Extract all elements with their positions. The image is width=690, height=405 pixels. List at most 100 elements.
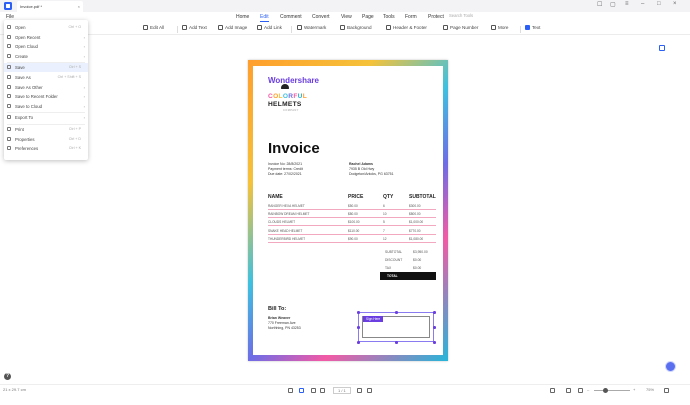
menu-view[interactable]: View — [341, 14, 352, 20]
file-menu-item-label: Save As Other — [15, 84, 43, 90]
zoom-in-icon[interactable]: + — [633, 387, 635, 392]
row-subtotal: $300.00 — [409, 203, 421, 208]
file-menu-item[interactable]: Save to Cloud › — [4, 102, 88, 111]
file-menu-item-shortcut: Ctrl + O — [68, 25, 81, 29]
row-subtotal: $800.00 — [409, 211, 421, 216]
zoom-out-icon[interactable]: – — [587, 387, 589, 392]
file-menu-item[interactable]: Export To › — [4, 113, 88, 122]
file-menu-item[interactable]: Create › — [4, 52, 88, 61]
column-header-name: NAME — [268, 194, 283, 200]
page-number-button[interactable]: Page Number — [443, 25, 478, 30]
file-menu-item[interactable]: Save As Ctrl + Shift + S — [4, 73, 88, 82]
background-button[interactable]: Background — [340, 25, 372, 30]
subtotal-value: $3,950.00 — [413, 250, 428, 254]
resize-handle[interactable] — [433, 311, 436, 314]
submenu-arrow-icon: › — [83, 115, 85, 121]
due-date: Due date: 27/02/2021 — [268, 172, 302, 176]
file-menu-item[interactable]: Print Ctrl + P — [4, 125, 88, 134]
next-page-icon[interactable] — [357, 388, 362, 393]
page-layout-icon[interactable] — [566, 388, 571, 393]
document-tab[interactable]: Invoice.pdf * × — [17, 1, 83, 12]
file-menu-item[interactable]: Save As Other › — [4, 83, 88, 92]
edit-all-button[interactable]: Edit All — [143, 25, 164, 30]
file-menu-item[interactable]: Open Ctrl + O — [4, 23, 88, 32]
file-menu-item[interactable]: Open Cloud › — [4, 42, 88, 51]
minimize-icon[interactable]: – — [641, 1, 644, 7]
help-icon[interactable]: ? — [4, 373, 11, 380]
account-icon[interactable]: ☐ — [597, 1, 602, 8]
header-footer-icon — [386, 25, 391, 30]
menu-comment[interactable]: Comment — [280, 14, 302, 20]
row-qty: 6 — [383, 203, 385, 208]
watermark-button[interactable]: Watermark — [297, 25, 326, 30]
row-price: $100.00 — [348, 220, 360, 225]
resize-handle[interactable] — [433, 326, 436, 329]
notification-icon[interactable]: ▢ — [610, 1, 616, 8]
menu-protect[interactable]: Protect — [428, 14, 444, 20]
more-button[interactable]: More — [491, 25, 508, 30]
resize-handle[interactable] — [357, 311, 360, 314]
last-page-icon[interactable] — [367, 388, 372, 393]
page-number-input[interactable]: 1 / 1 — [333, 387, 351, 394]
resize-handle[interactable] — [395, 341, 398, 344]
add-image-button[interactable]: Add Image — [218, 25, 247, 30]
search-tools-input[interactable]: Search Tools — [449, 13, 473, 18]
resize-handle[interactable] — [395, 311, 398, 314]
row-name: CLOUDS HELMET — [268, 220, 296, 225]
resize-handle[interactable] — [433, 341, 436, 344]
zoom-slider-handle[interactable] — [603, 388, 608, 393]
menu-tools[interactable]: Tools — [383, 14, 395, 20]
page-content[interactable]: Wondershare COLORFUL HELMETS COMPANY Inv… — [253, 66, 443, 355]
bill-to-address-2: Northhing, PN 43253 — [268, 326, 301, 330]
menu-item-icon — [7, 75, 11, 79]
panel-toggle-icon[interactable] — [659, 45, 665, 51]
select-tool-icon[interactable] — [299, 388, 304, 393]
zoom-level[interactable]: 75% — [646, 387, 654, 392]
previous-page-icon[interactable] — [320, 388, 325, 393]
background-icon — [340, 25, 345, 30]
reading-mode-icon[interactable] — [550, 388, 555, 393]
zoom-slider[interactable] — [594, 390, 630, 391]
toolbar-divider — [520, 26, 521, 33]
menu-item-icon — [7, 115, 11, 120]
close-window-icon[interactable]: × — [673, 1, 677, 7]
submenu-arrow-icon: › — [83, 94, 85, 100]
menu-form[interactable]: Form — [405, 14, 417, 20]
header-footer-label: Header & Footer — [393, 25, 427, 30]
file-menu-item-label: Properties — [15, 136, 35, 142]
resize-handle[interactable] — [357, 326, 360, 329]
menu-item-icon — [7, 94, 11, 99]
file-menu-item[interactable]: Save to Recent Folder › — [4, 92, 88, 101]
file-menu-item[interactable]: Save Ctrl + S — [4, 63, 88, 73]
file-menu-item-label: Preferences — [15, 146, 39, 152]
add-text-button[interactable]: Add Text — [182, 25, 207, 30]
file-menu-item[interactable]: Preferences Ctrl + K — [4, 144, 88, 153]
resize-handle[interactable] — [357, 341, 360, 344]
close-tab-icon[interactable]: × — [78, 1, 80, 12]
row-price: $110.00 — [348, 228, 360, 233]
sign-here-tag[interactable]: Sign Here — [363, 316, 384, 322]
assistant-floating-button[interactable] — [665, 361, 676, 372]
submenu-arrow-icon: › — [83, 34, 85, 40]
header-footer-button[interactable]: Header & Footer — [386, 25, 427, 30]
menu-icon[interactable]: ≡ — [625, 1, 629, 7]
file-menu-item-label: Create — [15, 53, 28, 59]
hand-tool-icon[interactable] — [288, 388, 293, 393]
menu-convert[interactable]: Convert — [312, 14, 330, 20]
file-menu-item[interactable]: Properties Ctrl + D — [4, 135, 88, 144]
file-menu-item[interactable]: Open Recent › — [4, 33, 88, 42]
menu-edit[interactable]: Edit — [260, 14, 269, 22]
menu-item-icon — [7, 103, 11, 108]
text-toggle-button[interactable]: Text — [525, 25, 540, 30]
menu-bar: Home Edit Comment Convert View Page Tool… — [0, 12, 690, 23]
fit-width-icon[interactable] — [578, 388, 583, 393]
maximize-icon[interactable]: □ — [657, 1, 661, 7]
fullscreen-icon[interactable] — [664, 388, 669, 393]
menu-home[interactable]: Home — [236, 14, 249, 20]
edit-toolbar: Edit All Add Text Add Image Add Link Wat… — [0, 23, 690, 35]
add-link-button[interactable]: Add Link — [257, 25, 282, 30]
row-name: SNAKE HEAD HELMET — [268, 228, 303, 233]
row-price: $50.00 — [348, 203, 358, 208]
menu-page[interactable]: Page — [362, 14, 374, 20]
first-page-icon[interactable] — [311, 388, 316, 393]
